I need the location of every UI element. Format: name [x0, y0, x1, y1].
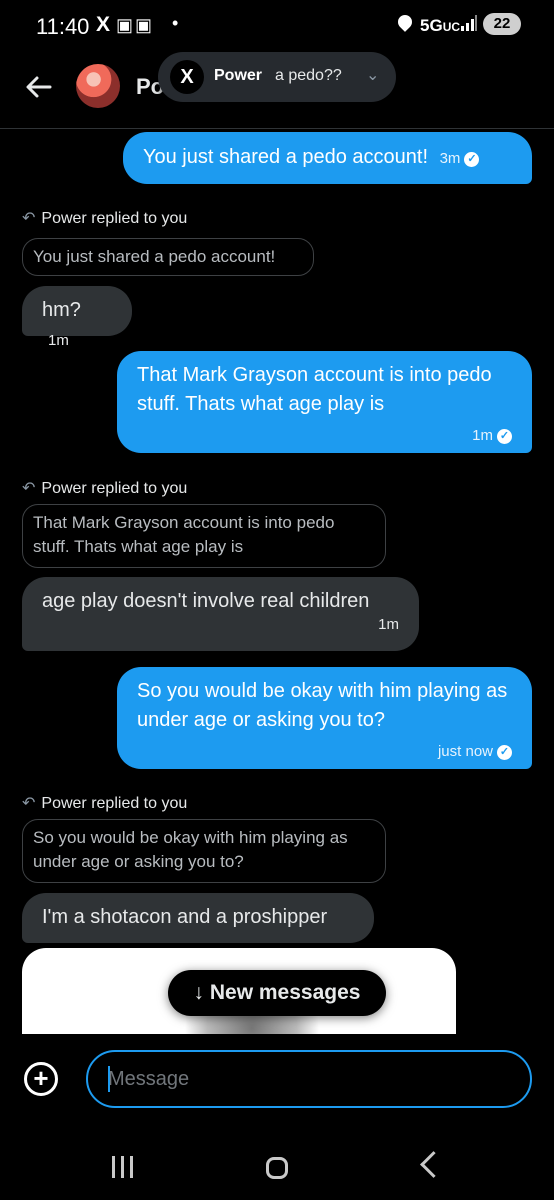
- reply-label: ↶ Power replied to you: [22, 208, 187, 228]
- message-time-label: 1m: [472, 427, 493, 444]
- quoted-message[interactable]: You just shared a pedo account!: [22, 238, 314, 276]
- x-logo-icon: X: [170, 60, 204, 94]
- text-cursor: [108, 1066, 110, 1092]
- notification-sender: Power: [214, 67, 263, 84]
- received-message[interactable]: hm? 1m: [22, 286, 132, 349]
- message-time: 1m: [48, 332, 69, 349]
- network-indicator: 5GUC: [420, 16, 460, 36]
- message-text: hm?: [42, 299, 81, 321]
- message-time: 3m ✓: [440, 150, 480, 167]
- down-arrow-icon: ↓: [193, 981, 205, 1004]
- message-text: I'm a shotacon and a proshipper: [42, 906, 328, 928]
- received-message[interactable]: I'm a shotacon and a proshipper: [22, 893, 374, 943]
- message-time: 1m: [378, 616, 399, 633]
- recent-apps-icon[interactable]: [112, 1156, 139, 1183]
- message-text: You just shared a pedo account!: [143, 146, 429, 168]
- sent-message[interactable]: So you would be okay with him playing as…: [117, 667, 532, 769]
- notification-message: a pedo??: [275, 67, 342, 84]
- x-app-icon: X: [96, 13, 111, 36]
- message-text: That Mark Grayson account is into pedo s…: [137, 364, 492, 415]
- back-arrow-icon[interactable]: [24, 72, 54, 102]
- read-check-icon: ✓: [464, 151, 480, 167]
- quoted-message[interactable]: So you would be okay with him playing as…: [22, 819, 386, 883]
- signal-icon: [461, 15, 477, 31]
- message-time-label: just now: [437, 743, 493, 760]
- avatar[interactable]: [76, 64, 120, 108]
- read-check-icon: ✓: [497, 428, 512, 444]
- new-messages-button[interactable]: ↓ New messages: [168, 970, 386, 1016]
- notification-toast[interactable]: X Power a pedo?? ⌄: [158, 52, 396, 102]
- reply-icon: ↶: [22, 210, 36, 227]
- message-time: 1m ✓: [137, 421, 512, 450]
- network-sub-label: UC: [442, 20, 461, 34]
- sent-message[interactable]: That Mark Grayson account is into pedo s…: [117, 351, 532, 453]
- message-input[interactable]: [86, 1050, 532, 1108]
- sent-message[interactable]: You just shared a pedo account! 3m ✓: [123, 132, 532, 184]
- quoted-message[interactable]: That Mark Grayson account is into pedo s…: [22, 504, 386, 568]
- status-bar: 11:40 X ▣▣ • 5GUC 22: [0, 0, 554, 52]
- network-label: 5G: [420, 16, 443, 35]
- message-text: So you would be okay with him playing as…: [137, 680, 508, 731]
- status-time: 11:40: [36, 14, 90, 39]
- received-message[interactable]: age play doesn't involve real children 1…: [22, 577, 419, 651]
- notification-dot-icon: •: [172, 13, 179, 33]
- reply-label-text: Power replied to you: [41, 795, 188, 812]
- reply-label-text: Power replied to you: [41, 480, 188, 497]
- reply-icon: ↶: [22, 480, 36, 497]
- reply-label-text: Power replied to you: [41, 210, 188, 227]
- reply-icon: ↶: [22, 795, 36, 812]
- chevron-down-icon[interactable]: ⌄: [366, 65, 379, 85]
- message-text: age play doesn't involve real children: [42, 590, 370, 612]
- message-time: just now ✓: [137, 737, 512, 766]
- reply-label: ↶ Power replied to you: [22, 793, 187, 813]
- discord-icon: ▣▣: [116, 15, 155, 35]
- read-check-icon: ✓: [497, 744, 512, 760]
- home-icon[interactable]: [266, 1157, 288, 1179]
- battery-indicator: 22: [483, 13, 521, 35]
- reply-label: ↶ Power replied to you: [22, 478, 187, 498]
- back-nav-icon[interactable]: [420, 1151, 447, 1178]
- header-divider: [0, 128, 554, 129]
- new-messages-label: New messages: [209, 981, 361, 1004]
- add-attachment-button[interactable]: +: [24, 1062, 58, 1096]
- location-icon: [395, 12, 415, 32]
- message-time-label: 3m: [439, 150, 461, 167]
